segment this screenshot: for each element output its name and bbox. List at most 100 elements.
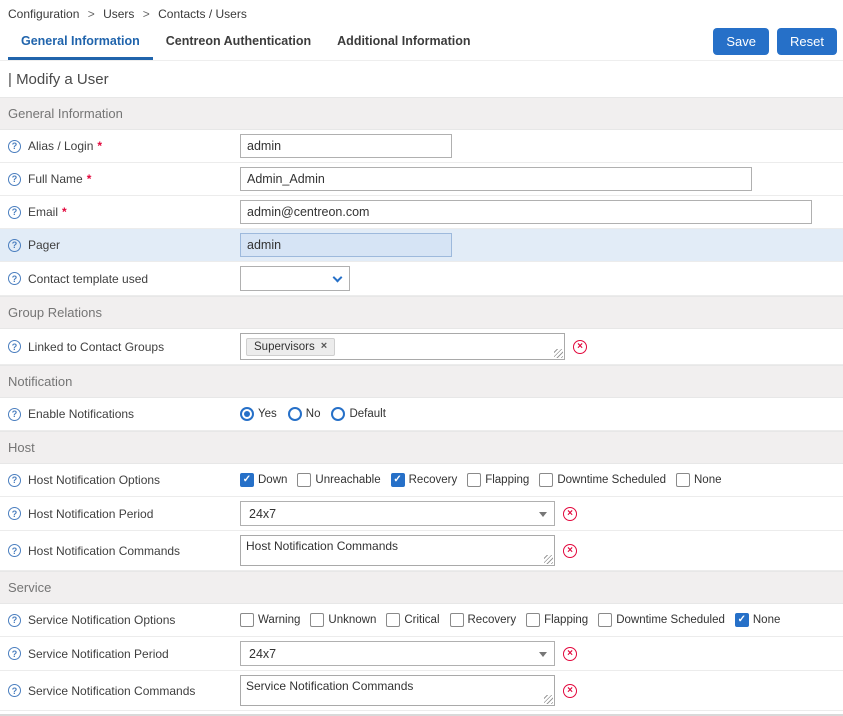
breadcrumb-item-configuration[interactable]: Configuration	[8, 7, 79, 21]
help-icon[interactable]: ?	[8, 647, 21, 660]
checkbox-icon: ✓	[310, 613, 324, 627]
form-row-host-notification-commands: ? Host Notification Commands Host Notifi…	[0, 531, 843, 571]
contact-groups-multiselect[interactable]: Supervisors ×	[240, 333, 565, 360]
field-label: Host Notification Commands	[28, 544, 180, 558]
checkbox-option-none[interactable]: ✓ None	[676, 473, 722, 487]
service-checkbox-option-flapping[interactable]: ✓ Flapping	[526, 613, 588, 627]
chip-remove-icon[interactable]: ×	[321, 341, 327, 352]
pager-input[interactable]	[240, 233, 452, 257]
form-row-host-notification-options: ? Host Notification Options ✓ Down ✓ Unr…	[0, 464, 843, 497]
host-notification-period-select[interactable]: 24x7	[240, 501, 555, 526]
clear-service-notification-commands-icon[interactable]: ×	[563, 684, 577, 698]
help-icon[interactable]: ?	[8, 614, 21, 627]
clear-contact-groups-icon[interactable]: ×	[573, 340, 587, 354]
resize-grip-icon[interactable]	[554, 349, 563, 358]
help-icon[interactable]: ?	[8, 206, 21, 219]
radio-icon	[331, 407, 345, 421]
email-input[interactable]	[240, 200, 812, 224]
checkbox-label: Recovery	[468, 614, 517, 626]
save-button[interactable]: Save	[713, 28, 769, 55]
label-cell: ? Enable Notifications	[0, 407, 240, 421]
clear-host-notification-commands-icon[interactable]: ×	[563, 544, 577, 558]
field-label: Pager	[28, 238, 60, 252]
field-label: Host Notification Period	[28, 507, 153, 521]
label-cell: ? Email *	[0, 205, 240, 219]
help-icon[interactable]: ?	[8, 140, 21, 153]
checkbox-label: Downtime Scheduled	[557, 474, 666, 486]
checkbox-option-recovery[interactable]: ✓ Recovery	[391, 473, 458, 487]
checkbox-label: Warning	[258, 614, 300, 626]
multibox-placeholder: Host Notification Commands	[246, 539, 398, 554]
checkbox-icon: ✓	[539, 473, 553, 487]
contact-group-chip: Supervisors ×	[246, 338, 335, 356]
chip-label: Supervisors	[254, 341, 315, 353]
service-checkbox-option-critical[interactable]: ✓ Critical	[386, 613, 439, 627]
multibox-placeholder: Service Notification Commands	[246, 679, 413, 694]
checkbox-option-unreachable[interactable]: ✓ Unreachable	[297, 473, 380, 487]
checkbox-option-downtime-scheduled[interactable]: ✓ Downtime Scheduled	[539, 473, 666, 487]
service-notification-period-select[interactable]: 24x7	[240, 641, 555, 666]
help-icon[interactable]: ?	[8, 340, 21, 353]
section-header-general-information: General Information	[0, 97, 843, 130]
checkbox-icon: ✓	[391, 473, 405, 487]
service-checkbox-option-downtime-scheduled[interactable]: ✓ Downtime Scheduled	[598, 613, 725, 627]
breadcrumb: Configuration > Users > Contacts / Users	[0, 0, 843, 26]
required-marker: *	[87, 172, 92, 186]
help-icon[interactable]: ?	[8, 684, 21, 697]
service-checkbox-option-recovery[interactable]: ✓ Recovery	[450, 613, 517, 627]
service-checkbox-option-warning[interactable]: ✓ Warning	[240, 613, 300, 627]
label-cell: ? Host Notification Commands	[0, 544, 240, 558]
field-label: Service Notification Period	[28, 647, 169, 661]
service-checkbox-option-none[interactable]: ✓ None	[735, 613, 781, 627]
alias-login-input[interactable]	[240, 134, 452, 158]
help-icon[interactable]: ?	[8, 474, 21, 487]
tab-general-information[interactable]: General Information	[8, 26, 153, 60]
checkbox-option-down[interactable]: ✓ Down	[240, 473, 287, 487]
radio-label: Yes	[258, 408, 277, 420]
breadcrumb-separator: >	[88, 7, 95, 21]
help-icon[interactable]: ?	[8, 173, 21, 186]
checkbox-icon: ✓	[676, 473, 690, 487]
breadcrumb-item-contacts-users[interactable]: Contacts / Users	[158, 7, 247, 21]
resize-grip-icon[interactable]	[544, 555, 553, 564]
section-header-host: Host	[0, 431, 843, 464]
breadcrumb-item-users[interactable]: Users	[103, 7, 134, 21]
page: Configuration > Users > Contacts / Users…	[0, 0, 843, 716]
field-cell	[240, 262, 843, 295]
radio-icon	[240, 407, 254, 421]
form-row-pager: ? Pager	[0, 229, 843, 262]
reset-button[interactable]: Reset	[777, 28, 837, 55]
field-cell: ✓ Down ✓ Unreachable ✓ Recovery ✓ Flappi…	[240, 469, 843, 491]
checkbox-label: Down	[258, 474, 287, 486]
radio-option-no[interactable]: No	[288, 407, 321, 421]
tab-centreon-authentication[interactable]: Centreon Authentication	[153, 26, 324, 60]
clear-service-notification-period-icon[interactable]: ×	[563, 647, 577, 661]
host-notification-commands-box[interactable]: Host Notification Commands	[240, 535, 555, 566]
help-icon[interactable]: ?	[8, 408, 21, 421]
full-name-input[interactable]	[240, 167, 752, 191]
help-icon[interactable]: ?	[8, 507, 21, 520]
resize-grip-icon[interactable]	[544, 695, 553, 704]
checkbox-label: Recovery	[409, 474, 458, 486]
help-icon[interactable]: ?	[8, 272, 21, 285]
service-notification-commands-box[interactable]: Service Notification Commands	[240, 675, 555, 706]
checkbox-option-flapping[interactable]: ✓ Flapping	[467, 473, 529, 487]
label-cell: ? Linked to Contact Groups	[0, 340, 240, 354]
required-marker: *	[62, 205, 67, 219]
select-value: 24x7	[249, 507, 276, 521]
help-icon[interactable]: ?	[8, 239, 21, 252]
form-row-host-notification-period: ? Host Notification Period 24x7 ×	[0, 497, 843, 531]
field-label: Email	[28, 205, 58, 219]
contact-template-select[interactable]	[240, 266, 350, 291]
label-cell: ? Full Name *	[0, 172, 240, 186]
radio-icon	[288, 407, 302, 421]
clear-host-notification-period-icon[interactable]: ×	[563, 507, 577, 521]
radio-option-default[interactable]: Default	[331, 407, 385, 421]
tab-additional-information[interactable]: Additional Information	[324, 26, 483, 60]
label-cell: ? Pager	[0, 238, 240, 252]
label-cell: ? Alias / Login *	[0, 139, 240, 153]
radio-option-yes[interactable]: Yes	[240, 407, 277, 421]
help-icon[interactable]: ?	[8, 544, 21, 557]
checkbox-icon: ✓	[386, 613, 400, 627]
service-checkbox-option-unknown[interactable]: ✓ Unknown	[310, 613, 376, 627]
